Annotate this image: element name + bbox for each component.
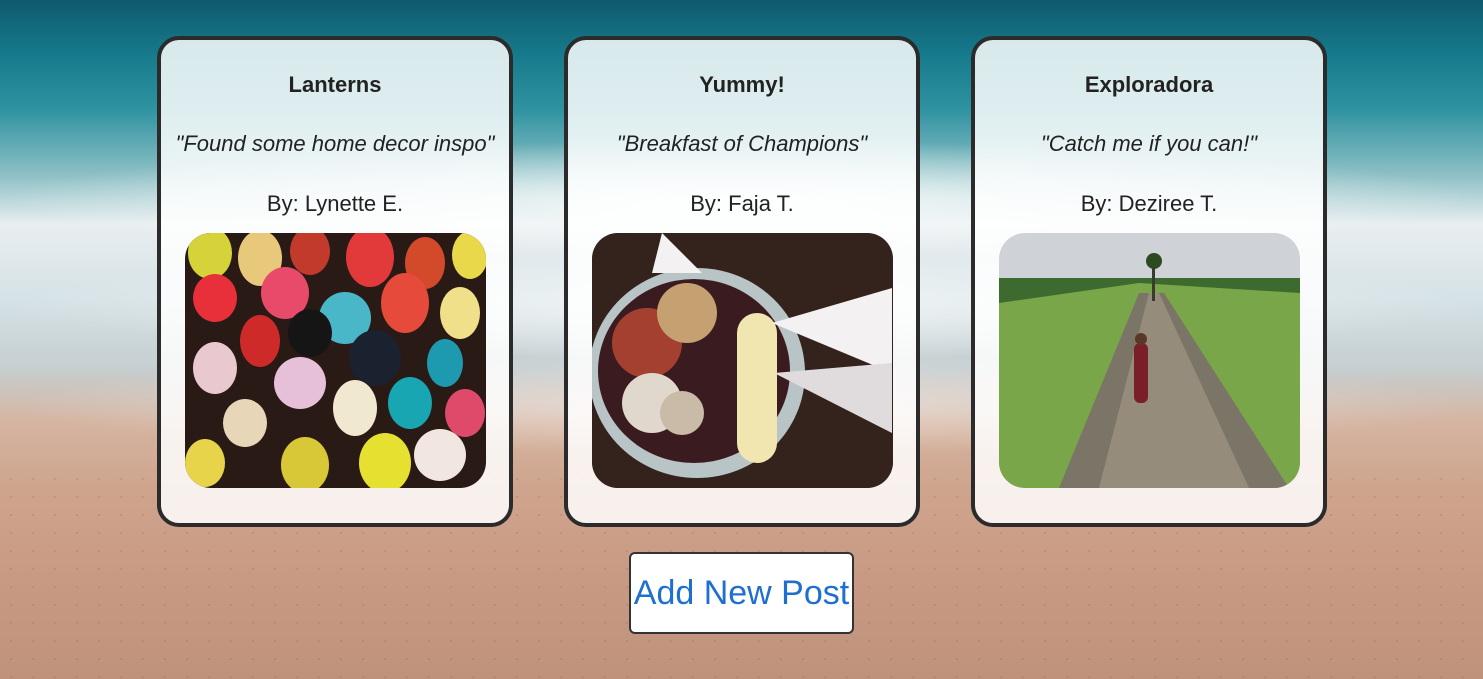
- post-author: By: Lynette E.: [266, 191, 404, 216]
- post-card[interactable]: Yummy! "Breakfast of Champions" By: Faja…: [564, 36, 920, 527]
- post-author: By: Deziree T.: [1080, 191, 1218, 216]
- post-photo-lanterns[interactable]: [184, 233, 486, 488]
- add-new-post-button[interactable]: Add New Post: [629, 552, 854, 634]
- post-title: Yummy!: [699, 72, 785, 97]
- post-caption: "Breakfast of Champions": [616, 131, 868, 156]
- post-caption: "Found some home decor inspo": [175, 131, 495, 156]
- post-card[interactable]: Lanterns "Found some home decor inspo" B…: [157, 36, 513, 527]
- post-photo-breakfast[interactable]: [591, 233, 893, 488]
- post-title: Lanterns: [288, 72, 382, 97]
- post-caption: "Catch me if you can!": [1040, 131, 1258, 156]
- post-title: Exploradora: [1084, 72, 1214, 97]
- post-card[interactable]: Exploradora "Catch me if you can!" By: D…: [971, 36, 1327, 527]
- post-photo-trail[interactable]: [998, 233, 1300, 488]
- post-author: By: Faja T.: [690, 191, 794, 216]
- post-gallery: Lanterns "Found some home decor inspo" B…: [157, 36, 1327, 527]
